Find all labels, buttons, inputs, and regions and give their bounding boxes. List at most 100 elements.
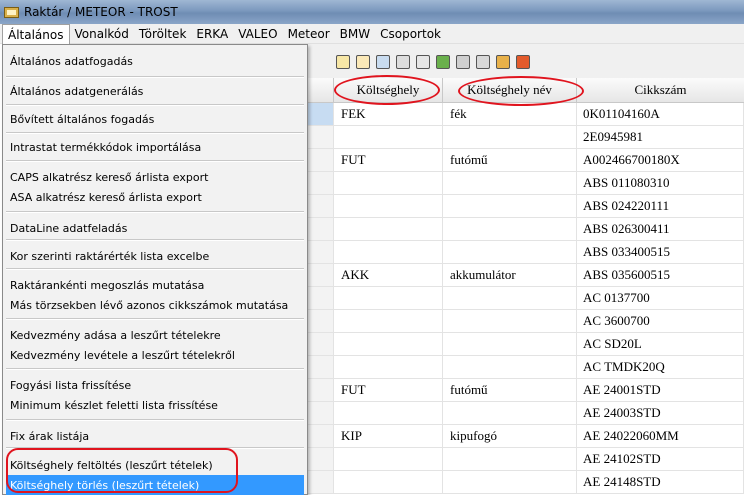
row-indicator[interactable]: [308, 241, 334, 263]
cell-koltseghely-nev[interactable]: [443, 310, 577, 332]
table-row[interactable]: AE 24003STD: [308, 402, 744, 425]
cell-koltseghely-nev[interactable]: [443, 241, 577, 263]
table-row[interactable]: FUT futómű AE 24001STD: [308, 379, 744, 402]
menu-item[interactable]: Általános adatgenerálás: [6, 81, 304, 103]
menu-item[interactable]: Intrastat termékkódok importálása: [6, 137, 304, 159]
cell-koltseghely-nev[interactable]: [443, 287, 577, 309]
edit-icon[interactable]: [336, 55, 350, 69]
menu-toroltek[interactable]: Töröltek: [134, 24, 191, 44]
cell-koltseghely[interactable]: KIP: [334, 425, 443, 447]
menu-item[interactable]: Általános adatfogadás: [6, 51, 304, 73]
column-header-cikkszam[interactable]: Cikkszám: [577, 78, 744, 103]
row-indicator[interactable]: [308, 195, 334, 217]
cell-koltseghely[interactable]: [334, 195, 443, 217]
table-row[interactable]: ABS 033400515: [308, 241, 744, 264]
table-row[interactable]: AC 0137700: [308, 287, 744, 310]
cell-cikkszam[interactable]: AC TMDK20Q: [577, 356, 744, 378]
menu-item[interactable]: ASA alkatrész kereső árlista export: [6, 187, 304, 209]
column-header-koltseghely-nev[interactable]: Költséghely név: [443, 78, 577, 103]
cell-cikkszam[interactable]: AC SD20L: [577, 333, 744, 355]
cell-koltseghely[interactable]: AKK: [334, 264, 443, 286]
cell-koltseghely[interactable]: [334, 287, 443, 309]
cell-cikkszam[interactable]: ABS 024220111: [577, 195, 744, 217]
table-row[interactable]: ABS 026300411: [308, 218, 744, 241]
cell-cikkszam[interactable]: ABS 011080310: [577, 172, 744, 194]
row-indicator[interactable]: [308, 287, 334, 309]
cell-koltseghely[interactable]: FUT: [334, 149, 443, 171]
menu-item[interactable]: Költséghely törlés (leszűrt tételek): [6, 475, 304, 495]
cell-koltseghely[interactable]: [334, 241, 443, 263]
cell-koltseghely-nev[interactable]: [443, 448, 577, 470]
cell-koltseghely[interactable]: [334, 310, 443, 332]
row-indicator[interactable]: [308, 379, 334, 401]
cell-koltseghely-nev[interactable]: kipufogó: [443, 425, 577, 447]
column-header-koltseghely[interactable]: Költséghely: [334, 78, 443, 103]
menu-item[interactable]: Kor szerinti raktárérték lista excelbe: [6, 246, 304, 268]
printer-icon[interactable]: [456, 55, 470, 69]
new-icon[interactable]: [356, 55, 370, 69]
table-row[interactable]: 2E0945981: [308, 126, 744, 149]
cell-koltseghely-nev[interactable]: fék: [443, 103, 577, 125]
cell-koltseghely[interactable]: [334, 126, 443, 148]
row-indicator[interactable]: [308, 425, 334, 447]
cell-cikkszam[interactable]: 0K01104160A: [577, 103, 744, 125]
cell-cikkszam[interactable]: AC 3600700: [577, 310, 744, 332]
menu-item[interactable]: Fogyási lista frissítése: [6, 375, 304, 397]
menu-item[interactable]: DataLine adatfeladás: [6, 218, 304, 240]
tools-icon[interactable]: [476, 55, 490, 69]
cell-koltseghely-nev[interactable]: [443, 356, 577, 378]
menu-bmw[interactable]: BMW: [335, 24, 375, 44]
cell-koltseghely-nev[interactable]: [443, 172, 577, 194]
row-indicator[interactable]: [308, 402, 334, 424]
cell-koltseghely-nev[interactable]: [443, 195, 577, 217]
menu-altalanos[interactable]: Általános: [2, 23, 70, 44]
cell-koltseghely[interactable]: [334, 402, 443, 424]
menu-item[interactable]: Bővített általános fogadás: [6, 109, 304, 131]
table-row[interactable]: ABS 024220111: [308, 195, 744, 218]
cell-cikkszam[interactable]: 2E0945981: [577, 126, 744, 148]
menu-vonalkod[interactable]: Vonalkód: [70, 24, 134, 44]
row-indicator[interactable]: [308, 172, 334, 194]
table-row[interactable]: AE 24102STD: [308, 448, 744, 471]
cell-koltseghely[interactable]: [334, 356, 443, 378]
menu-item[interactable]: Költséghely feltöltés (leszűrt tételek): [6, 455, 304, 477]
row-indicator[interactable]: [308, 356, 334, 378]
table-row[interactable]: ABS 011080310: [308, 172, 744, 195]
filter-icon[interactable]: [496, 55, 510, 69]
cell-cikkszam[interactable]: AE 24003STD: [577, 402, 744, 424]
row-indicator[interactable]: [308, 264, 334, 286]
menu-erka[interactable]: ERKA: [191, 24, 233, 44]
cell-koltseghely-nev[interactable]: akkumulátor: [443, 264, 577, 286]
row-indicator[interactable]: [308, 471, 334, 493]
menu-item[interactable]: Fix árak listája: [6, 426, 304, 448]
menu-item[interactable]: Kedvezmény adása a leszűrt tételekre: [6, 325, 304, 347]
row-indicator[interactable]: [308, 149, 334, 171]
cell-koltseghely[interactable]: FEK: [334, 103, 443, 125]
menu-csoportok[interactable]: Csoportok: [375, 24, 446, 44]
cell-koltseghely[interactable]: [334, 471, 443, 493]
cell-koltseghely-nev[interactable]: [443, 218, 577, 240]
cell-koltseghely[interactable]: [334, 448, 443, 470]
row-indicator[interactable]: [308, 103, 334, 125]
cell-koltseghely-nev[interactable]: [443, 126, 577, 148]
menu-item[interactable]: Raktárankénti megoszlás mutatása: [6, 275, 304, 297]
row-indicator[interactable]: [308, 333, 334, 355]
print-icon[interactable]: [416, 55, 430, 69]
table-row[interactable]: AC 3600700: [308, 310, 744, 333]
cell-koltseghely[interactable]: [334, 172, 443, 194]
cell-koltseghely[interactable]: [334, 218, 443, 240]
cell-koltseghely-nev[interactable]: [443, 402, 577, 424]
table-row[interactable]: FUT futómű A002466700180X: [308, 149, 744, 172]
menu-item[interactable]: Más törzsekben lévő azonos cikkszámok mu…: [6, 295, 304, 317]
table-row[interactable]: FEK fék 0K01104160A: [308, 103, 744, 126]
row-indicator[interactable]: [308, 448, 334, 470]
cell-cikkszam[interactable]: ABS 035600515: [577, 264, 744, 286]
table-row[interactable]: AE 24148STD: [308, 471, 744, 494]
cell-cikkszam[interactable]: AC 0137700: [577, 287, 744, 309]
table-row[interactable]: AC SD20L: [308, 333, 744, 356]
cell-cikkszam[interactable]: AE 24148STD: [577, 471, 744, 493]
sum-icon[interactable]: [396, 55, 410, 69]
row-indicator[interactable]: [308, 126, 334, 148]
close-icon[interactable]: [516, 55, 530, 69]
menu-item[interactable]: Kedvezmény levétele a leszűrt tételekről: [6, 345, 304, 367]
